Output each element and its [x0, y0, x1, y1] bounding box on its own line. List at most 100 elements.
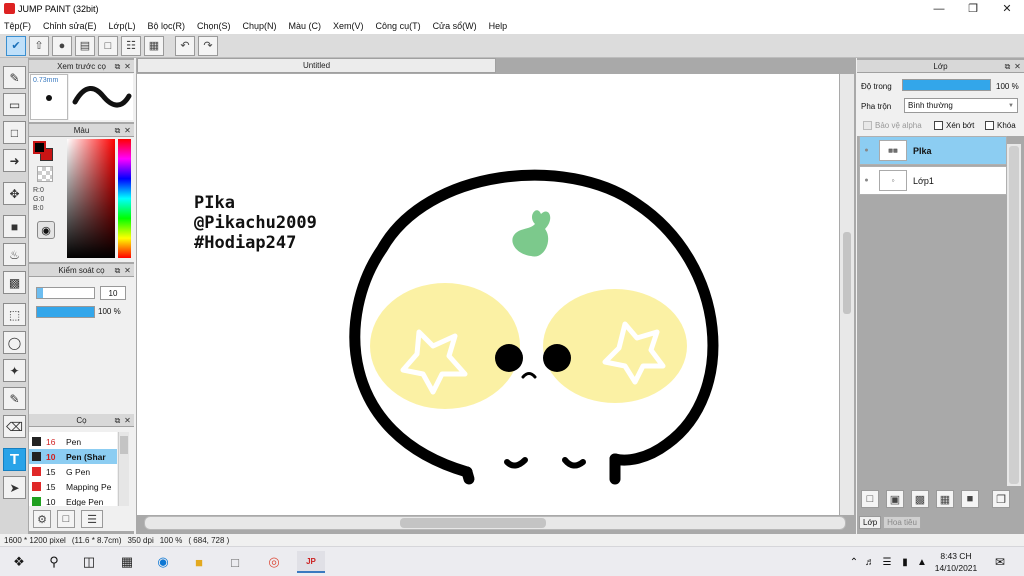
- menu-capture[interactable]: Chụp(N): [243, 21, 277, 31]
- tab-layer[interactable]: Lớp: [859, 516, 882, 529]
- lasso-icon[interactable]: ◯: [3, 331, 26, 354]
- page-icon[interactable]: □: [98, 35, 118, 56]
- menu-window[interactable]: Cửa sổ(W): [433, 21, 477, 31]
- opacity-slider[interactable]: [36, 306, 95, 318]
- brush-settings-icon[interactable]: ⚙: [33, 510, 51, 528]
- redo-icon[interactable]: ↷: [198, 35, 218, 56]
- brush-item[interactable]: 16 Pen: [29, 434, 117, 449]
- layer-row[interactable]: ● ○ Lớp1: [859, 166, 1007, 195]
- text-tool-icon[interactable]: T: [3, 448, 26, 471]
- comment-icon[interactable]: ▤: [75, 35, 95, 56]
- document-icon[interactable]: □: [224, 551, 246, 573]
- close-icon[interactable]: ✕: [123, 266, 132, 275]
- notification-icon[interactable]: ✉: [989, 551, 1011, 573]
- float-icon[interactable]: ⧉: [113, 266, 122, 275]
- lock-checkbox[interactable]: Khóa: [985, 121, 1016, 130]
- brush-item-selected[interactable]: 10 Pen (Shar: [29, 449, 117, 464]
- blend-mode-dropdown[interactable]: Bình thường ▼: [904, 98, 1018, 113]
- menu-file[interactable]: Tệp(F): [4, 21, 31, 31]
- size-value-field[interactable]: 10: [100, 286, 126, 300]
- menu-color[interactable]: Màu (C): [289, 21, 322, 31]
- bucket-icon[interactable]: ♨: [3, 243, 26, 266]
- undo-icon[interactable]: ↶: [175, 35, 195, 56]
- pen-icon[interactable]: ✎: [3, 66, 26, 89]
- brush-settings-icon[interactable]: ✔: [6, 35, 26, 56]
- palette-icon[interactable]: ◉: [37, 221, 55, 239]
- float-icon[interactable]: ⧉: [113, 62, 122, 71]
- move-icon[interactable]: ✥: [3, 182, 26, 205]
- brush-list-scrollbar[interactable]: [118, 432, 129, 506]
- line-icon[interactable]: ➜: [3, 149, 26, 172]
- close-icon[interactable]: ✕: [123, 62, 132, 71]
- layer-opacity-slider[interactable]: [902, 79, 991, 91]
- menu-filter[interactable]: Bộ lọc(R): [147, 21, 185, 31]
- new-brush-icon[interactable]: □: [57, 510, 75, 528]
- brush-menu-icon[interactable]: ☰: [81, 510, 103, 528]
- menu-layer[interactable]: Lớp(L): [109, 21, 136, 31]
- close-icon[interactable]: ✕: [123, 416, 132, 425]
- float-icon[interactable]: ⧉: [113, 126, 122, 135]
- chrome-icon[interactable]: ◎: [263, 551, 285, 573]
- wifi-icon[interactable]: ▲: [911, 551, 933, 573]
- speech-bubble-icon[interactable]: ●: [52, 35, 72, 56]
- duplicate-layer-icon[interactable]: ❐: [992, 490, 1010, 508]
- minimize-icon[interactable]: —: [922, 0, 956, 17]
- close-icon[interactable]: ✕: [123, 126, 132, 135]
- brush-item[interactable]: 15 Mapping Pe: [29, 479, 117, 494]
- magic-wand-icon[interactable]: ✦: [3, 359, 26, 382]
- eraser-icon[interactable]: ▭: [3, 93, 26, 116]
- rect-select-icon[interactable]: ⬚: [3, 303, 26, 326]
- rectangle-icon[interactable]: □: [3, 121, 26, 144]
- export-icon[interactable]: ⇧: [29, 35, 49, 56]
- document-tab[interactable]: Untitled: [137, 58, 496, 73]
- folder-icon[interactable]: ■: [961, 490, 979, 508]
- drawing-canvas[interactable]: PIka @Pikachu2009 #Hodiap247: [137, 74, 839, 515]
- size-slider[interactable]: [36, 287, 95, 299]
- new-layer-icon[interactable]: □: [861, 490, 879, 508]
- menu-edit[interactable]: Chỉnh sửa(E): [43, 21, 97, 31]
- menu-select[interactable]: Chọn(S): [197, 21, 231, 31]
- select-erase-icon[interactable]: ⌫: [3, 415, 26, 438]
- restore-icon[interactable]: ❐: [956, 0, 990, 17]
- visibility-icon[interactable]: ●: [860, 177, 873, 184]
- color-saturation-field[interactable]: [67, 139, 115, 258]
- close-icon[interactable]: ✕: [990, 0, 1024, 17]
- horizontal-scrollbar[interactable]: [144, 516, 846, 530]
- close-icon[interactable]: ✕: [1013, 62, 1022, 71]
- page-settings-icon[interactable]: ☷: [121, 35, 141, 56]
- menu-tools[interactable]: Công cụ(T): [376, 21, 421, 31]
- jump-paint-taskbar-icon[interactable]: JP: [297, 551, 325, 573]
- operation-icon[interactable]: ➤: [3, 476, 26, 499]
- float-icon[interactable]: ⧉: [1003, 62, 1012, 71]
- primary-color-swatch[interactable]: [33, 141, 46, 154]
- menu-view[interactable]: Xem(V): [333, 21, 364, 31]
- horizontal-scroll-thumb[interactable]: [400, 518, 546, 528]
- clipping-checkbox[interactable]: Xén bớt: [934, 121, 974, 130]
- brush-item[interactable]: 10 Edge Pen: [29, 494, 117, 506]
- layer-list-scrollbar[interactable]: [1007, 144, 1021, 486]
- vertical-scroll-thumb[interactable]: [843, 232, 851, 314]
- hue-slider[interactable]: [118, 139, 131, 258]
- brush-item[interactable]: 15 G Pen: [29, 464, 117, 479]
- task-view-icon[interactable]: ◫: [78, 551, 100, 573]
- vertical-scrollbar[interactable]: [840, 74, 854, 515]
- transparent-swatch[interactable]: [37, 166, 53, 182]
- file-explorer-icon[interactable]: ■: [188, 551, 210, 573]
- store-icon[interactable]: ▦: [116, 551, 138, 573]
- protect-alpha-checkbox[interactable]: Bảo vệ alpha: [863, 121, 922, 130]
- gradient-icon[interactable]: ▩: [3, 271, 26, 294]
- select-pen-icon[interactable]: ✎: [3, 387, 26, 410]
- grid-page-icon[interactable]: ▦: [144, 35, 164, 56]
- clock[interactable]: 8:43 CH 14/10/2021: [932, 550, 980, 574]
- search-icon[interactable]: ⚲: [43, 551, 65, 573]
- halftone-layer-icon[interactable]: ▦: [936, 490, 954, 508]
- menu-help[interactable]: Help: [489, 21, 508, 31]
- fill-square-icon[interactable]: ■: [3, 215, 26, 238]
- copy-layer-icon[interactable]: ▩: [911, 490, 929, 508]
- tab-navigator[interactable]: Hoa tiêu: [883, 516, 921, 529]
- layer-row-selected[interactable]: ● ▩▩ PIka: [859, 136, 1007, 165]
- windows-start-icon[interactable]: ❖: [8, 551, 30, 573]
- float-icon[interactable]: ⧉: [113, 416, 122, 425]
- color-swatches[interactable]: [33, 141, 53, 161]
- new-raster-layer-icon[interactable]: ▣: [886, 490, 904, 508]
